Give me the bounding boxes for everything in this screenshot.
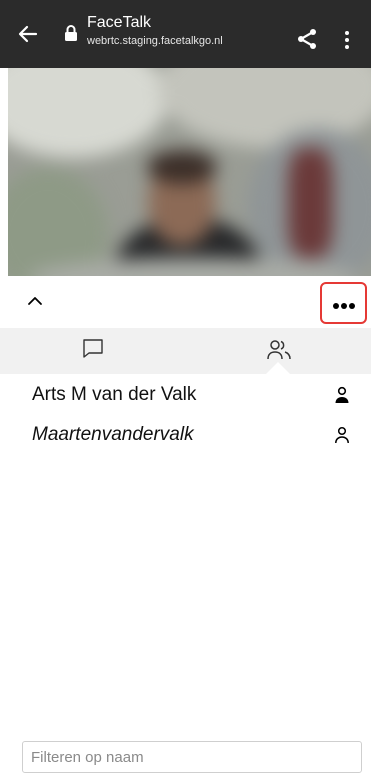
participant-name: Maartenvandervalk <box>32 424 194 445</box>
arrow-left-icon[interactable] <box>16 22 40 46</box>
person-outline-icon <box>335 426 349 444</box>
filter-by-name-input[interactable] <box>22 741 362 773</box>
participant-row[interactable]: Arts M van der Valk <box>0 374 371 414</box>
more-horizontal-icon-dot <box>349 303 355 309</box>
video-feed[interactable] <box>8 68 371 276</box>
more-vertical-icon[interactable] <box>342 30 352 50</box>
participant-name: Arts M van der Valk <box>32 384 197 405</box>
more-options-button[interactable] <box>320 282 367 324</box>
participant-list: Arts M van der Valk Maartenvandervalk <box>0 374 371 454</box>
more-horizontal-icon <box>333 303 339 309</box>
browser-toolbar: FaceTalk webrtc.staging.facetalkgo.nl <box>0 0 371 68</box>
person-filled-icon <box>335 386 349 403</box>
chat-bubble-icon <box>82 339 103 358</box>
site-url[interactable]: webrtc.staging.facetalkgo.nl <box>87 35 223 47</box>
users-icon <box>266 340 291 360</box>
site-title[interactable]: FaceTalk <box>87 14 151 32</box>
panel-tabs <box>0 328 371 374</box>
lock-icon <box>65 25 77 41</box>
chevron-up-icon[interactable] <box>26 292 44 310</box>
more-horizontal-icon-dot <box>341 303 347 309</box>
share-icon[interactable] <box>296 28 318 50</box>
call-panel-toolbar <box>0 276 371 328</box>
selected-tab-indicator <box>266 362 290 374</box>
tab-chat[interactable] <box>0 328 185 374</box>
remote-video-image <box>8 68 371 276</box>
participant-row[interactable]: Maartenvandervalk <box>0 414 371 454</box>
